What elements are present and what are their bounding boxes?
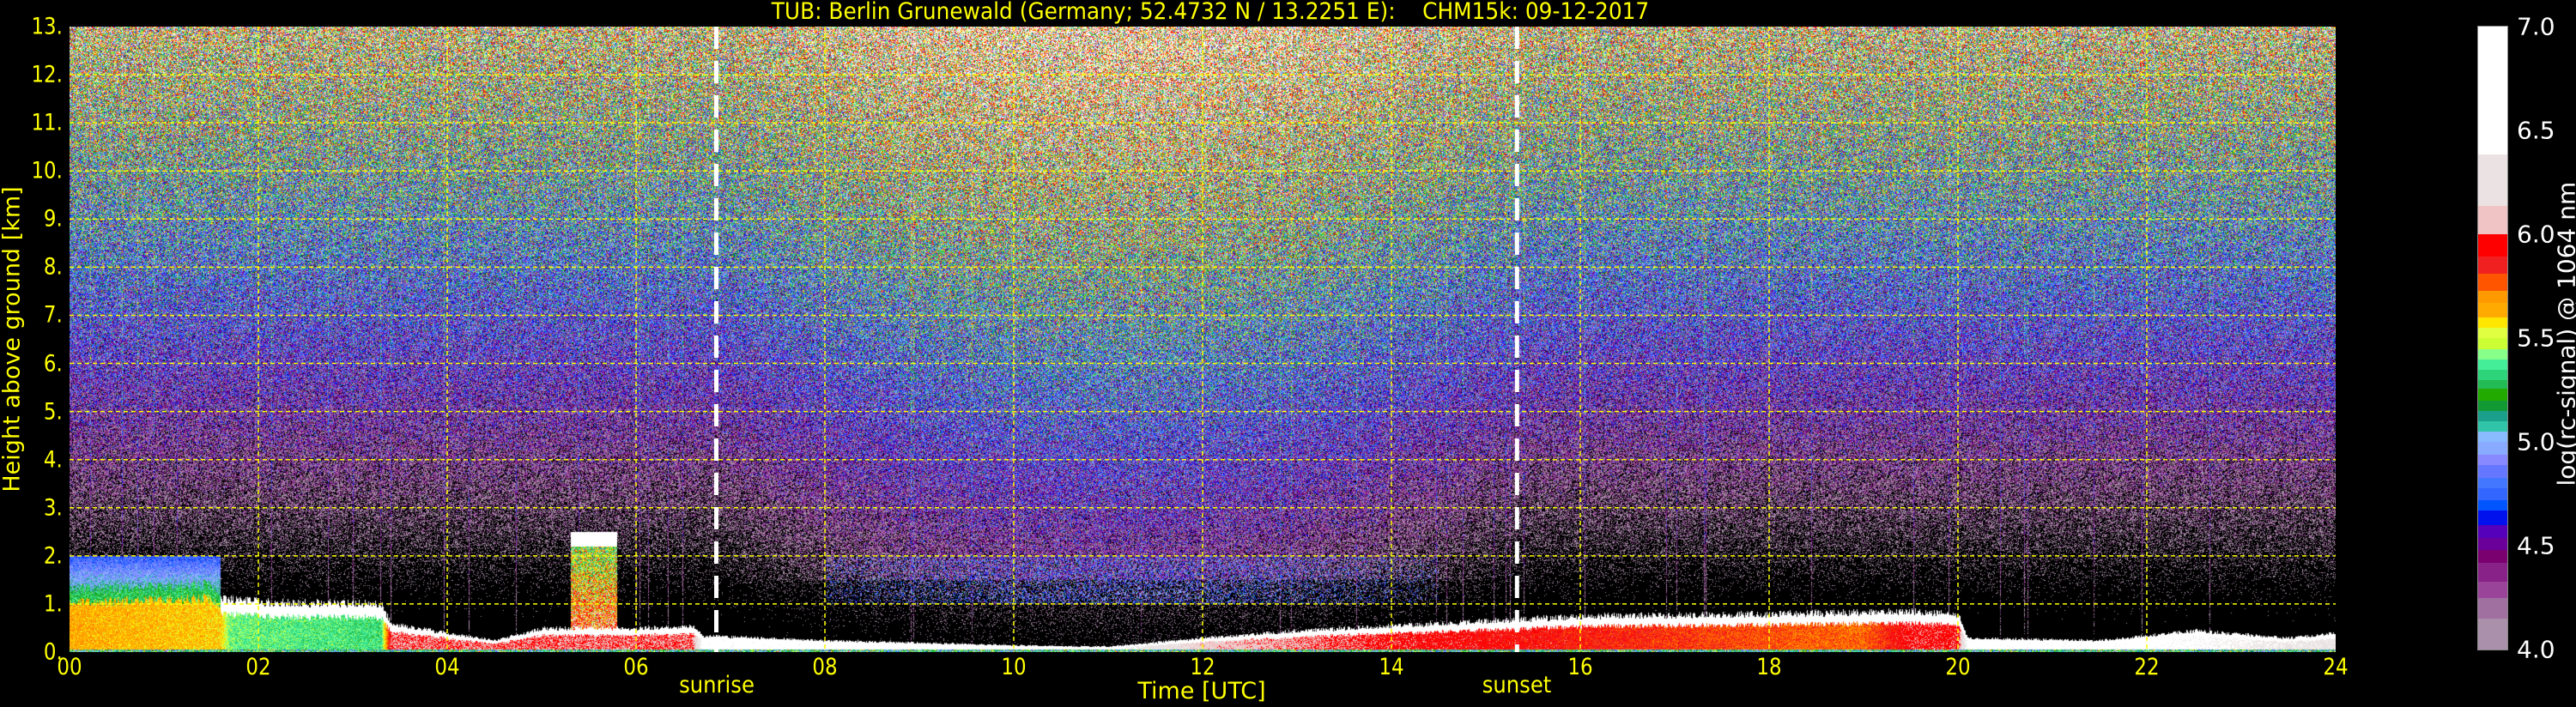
y-tick-label: 7.	[44, 301, 63, 329]
colorbar-bin	[2478, 154, 2507, 206]
colorbar-bin	[2478, 549, 2507, 563]
plot-area	[70, 27, 2336, 652]
colorbar-bin	[2478, 454, 2507, 466]
colorbar-bin	[2478, 327, 2507, 339]
colorbar-bin	[2478, 499, 2507, 511]
colorbar-tick-label: 5.0	[2517, 427, 2555, 456]
colorbar	[2477, 26, 2508, 650]
y-tick-label: 12.	[31, 61, 63, 88]
colorbar-bin	[2478, 302, 2507, 318]
y-tick-label: 10.	[31, 157, 63, 184]
x-tick-label: 00	[57, 654, 82, 680]
grid-overlay	[70, 27, 2336, 652]
colorbar-bin	[2478, 581, 2507, 598]
colorbar-bin	[2478, 256, 2507, 275]
colorbar-bin	[2478, 477, 2507, 488]
colorbar-bin	[2478, 410, 2507, 422]
colorbar-bin	[2478, 420, 2507, 432]
y-tick-label: 1.	[44, 590, 63, 618]
y-tick-label: 11.	[31, 109, 63, 136]
y-tick-label: 9.	[44, 205, 63, 233]
sunset-label: sunset	[1482, 672, 1552, 698]
x-axis-label: Time [UTC]	[1137, 678, 1266, 704]
x-tick-label: 02	[245, 654, 271, 680]
colorbar-bin	[2478, 205, 2507, 235]
colorbar-tick-label: 4.5	[2517, 531, 2555, 560]
colorbar-bin	[2478, 27, 2507, 155]
colorbar-bin	[2478, 290, 2507, 304]
colorbar-bin	[2478, 431, 2507, 443]
y-tick-label: 2.	[44, 542, 63, 570]
y-tick-label: 6.	[44, 350, 63, 378]
colorbar-bin	[2478, 618, 2507, 650]
y-axis-label: Height above ground [km]	[0, 186, 26, 492]
colorbar-bin	[2478, 234, 2507, 257]
x-tick-label: 12	[1190, 654, 1215, 680]
colorbar-bin	[2478, 400, 2507, 412]
x-tick-label: 10	[1001, 654, 1027, 680]
colorbar-bin	[2478, 537, 2507, 551]
colorbar-bin	[2478, 273, 2507, 291]
colorbar-bin	[2478, 379, 2507, 389]
x-tick-label: 08	[812, 654, 838, 680]
y-tick-label: 4.	[44, 446, 63, 474]
x-tick-label: 24	[2323, 654, 2349, 680]
colorbar-tick-label: 5.5	[2517, 323, 2555, 353]
colorbar-bin	[2478, 369, 2507, 380]
x-tick-label: 04	[434, 654, 460, 680]
colorbar-bin	[2478, 359, 2507, 370]
colorbar-label: log(rc-signal) @ 1064 nm	[2552, 181, 2576, 486]
colorbar-bin	[2478, 562, 2507, 582]
colorbar-bin	[2478, 388, 2507, 402]
colorbar-bin	[2478, 597, 2507, 619]
colorbar-bin	[2478, 510, 2507, 526]
x-tick-label: 22	[2134, 654, 2160, 680]
chart-title: TUB: Berlin Grunewald (Germany; 52.4732 …	[771, 0, 1650, 25]
x-tick-label: 20	[1945, 654, 1971, 680]
colorbar-bin	[2478, 338, 2507, 349]
colorbar-bin	[2478, 442, 2507, 456]
y-tick-label: 13.	[31, 13, 63, 40]
colorbar-bin	[2478, 464, 2507, 478]
x-tick-label: 18	[1756, 654, 1782, 680]
y-tick-label: 3.	[44, 494, 63, 522]
x-tick-label: 06	[623, 654, 649, 680]
x-tick-label: 14	[1379, 654, 1404, 680]
colorbar-tick-label: 6.5	[2517, 116, 2555, 145]
colorbar-tick-label: 6.0	[2517, 220, 2555, 249]
colorbar-bin	[2478, 317, 2507, 329]
sunrise-label: sunrise	[678, 672, 755, 698]
y-tick-label: 5.	[44, 398, 63, 426]
colorbar-tick-label: 4.0	[2517, 635, 2555, 664]
colorbar-bin	[2478, 487, 2507, 501]
x-tick-label: 16	[1567, 654, 1593, 680]
y-tick-label: 8.	[44, 253, 63, 281]
colorbar-bin	[2478, 348, 2507, 360]
colorbar-tick-label: 7.0	[2517, 12, 2555, 41]
colorbar-bin	[2478, 524, 2507, 538]
